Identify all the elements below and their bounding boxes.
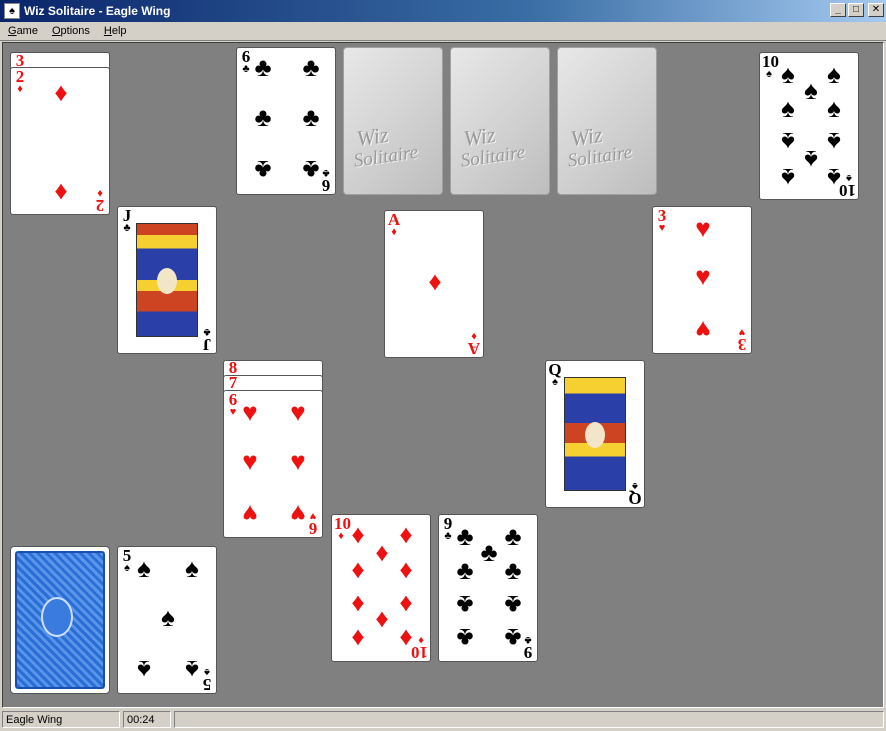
club-icon: ♣ xyxy=(302,53,320,82)
spade-icon: ♠ xyxy=(827,127,841,156)
heart-icon: ♥ xyxy=(242,398,258,427)
diamond-icon: ♦ xyxy=(375,538,389,567)
diamond-icon: ♦ xyxy=(428,267,442,296)
spade-icon: ♠ xyxy=(137,554,151,583)
card-back-medallion xyxy=(41,597,73,637)
card-queen-spades[interactable]: Q ♠ Q ♠ xyxy=(545,360,645,508)
status-bar: Eagle Wing 00:24 xyxy=(0,709,886,731)
card-10-spades[interactable]: 10 ♠ ♠ ♠ ♠ ♠ ♠ ♠ ♠ ♠ ♠ ♠ 10 ♠ xyxy=(759,52,859,200)
menu-game[interactable]: Game xyxy=(0,25,44,37)
card-3-hearts[interactable]: 3 ♥ ♥ ♥ ♥ 3 ♥ xyxy=(652,206,752,354)
maximize-button[interactable]: □ xyxy=(848,3,864,17)
menu-help[interactable]: Help xyxy=(96,25,133,37)
diamond-icon: ♦ xyxy=(351,520,365,549)
status-message xyxy=(174,711,884,728)
card-ace-diamonds[interactable]: A ♦ ♦ A ♦ xyxy=(384,210,484,358)
menu-bar: Game Options Help xyxy=(0,22,886,41)
status-game-name: Eagle Wing xyxy=(2,711,120,728)
spade-icon: ♠ xyxy=(781,163,795,192)
diamond-icon: ♦ xyxy=(399,520,413,549)
spade-icon: ♠ xyxy=(827,60,841,89)
foundation-slot-1[interactable]: Wiz Solitaire xyxy=(343,47,443,195)
club-icon: ♣ xyxy=(504,556,522,585)
diamond-icon: ♦ xyxy=(54,178,68,207)
club-icon: ♣ xyxy=(456,590,474,619)
minimize-button[interactable]: _ xyxy=(830,3,846,17)
foundation-slot-2[interactable]: Wiz Solitaire xyxy=(450,47,550,195)
stock-pile[interactable] xyxy=(10,546,110,694)
card-10-diamonds[interactable]: 10 ♦ ♦ ♦ ♦ ♦ ♦ ♦ ♦ ♦ ♦ ♦ 10 ♦ xyxy=(331,514,431,662)
diamond-icon: ♦ xyxy=(54,78,68,107)
card-2-diamonds[interactable]: 2 ♦ ♦ ♦ 2 ♦ xyxy=(10,67,110,215)
card-5-spades[interactable]: 5 ♠ ♠ ♠ ♠ ♠ ♠ 5 ♠ xyxy=(117,546,217,694)
spade-icon: ♠ xyxy=(161,603,175,632)
club-icon: ♣ xyxy=(254,53,272,82)
club-icon: ♣ xyxy=(302,103,320,132)
title-bar: ♠ Wiz Solitaire - Eagle Wing _ □ ✕ xyxy=(0,0,886,22)
card-6-clubs[interactable]: 6 ♣ ♣ ♣ ♣ ♣ ♣ ♣ 6 ♣ xyxy=(236,47,336,195)
heart-icon: ♥ xyxy=(242,499,258,528)
spade-icon: ♠ xyxy=(137,655,151,684)
card-9-clubs[interactable]: 9 ♣ ♣ ♣ ♣ ♣ ♣ ♣ ♣ ♣ ♣ 9 ♣ xyxy=(438,514,538,662)
diamond-icon: ♦ xyxy=(375,604,389,633)
diamond-icon: ♦ xyxy=(399,588,413,617)
foundation-watermark: Wiz Solitaire xyxy=(459,120,526,172)
heart-icon: ♥ xyxy=(695,315,711,344)
diamond-icon: ♦ xyxy=(351,588,365,617)
heart-icon: ♥ xyxy=(695,214,711,243)
club-icon: ♣ xyxy=(254,155,272,184)
spade-icon: ♠ xyxy=(827,94,841,123)
app-icon[interactable]: ♠ xyxy=(4,3,20,19)
diamond-icon: ♦ xyxy=(351,622,365,651)
club-icon: ♣ xyxy=(504,522,522,551)
diamond-icon: ♦ xyxy=(351,555,365,584)
game-table: 3 2 ♦ ♦ ♦ 2 ♦ 6 ♣ ♣ ♣ ♣ ♣ ♣ ♣ 6 ♣ Wiz Solitai… xyxy=(2,42,884,708)
foundation-watermark: Wiz Solitaire xyxy=(566,120,633,172)
window-controls: _ □ ✕ xyxy=(830,3,884,17)
club-icon: ♣ xyxy=(480,538,498,567)
heart-icon: ♥ xyxy=(695,262,711,291)
heart-icon: ♥ xyxy=(290,398,306,427)
spade-icon: ♠ xyxy=(781,94,795,123)
menu-options[interactable]: Options xyxy=(44,25,96,37)
diamond-icon: ♦ xyxy=(399,555,413,584)
card-jack-clubs[interactable]: J ♣ J ♣ xyxy=(117,206,217,354)
club-icon: ♣ xyxy=(456,556,474,585)
status-timer: 00:24 xyxy=(123,711,171,728)
window-title: Wiz Solitaire - Eagle Wing xyxy=(24,4,171,18)
club-icon: ♣ xyxy=(456,522,474,551)
spade-icon: ♠ xyxy=(185,554,199,583)
heart-icon: ♥ xyxy=(290,447,306,476)
queen-face-art xyxy=(564,377,626,491)
jack-face-art xyxy=(136,223,198,337)
card-6-hearts[interactable]: 6 ♥ ♥ ♥ ♥ ♥ ♥ ♥ 6 ♥ xyxy=(223,390,323,538)
club-icon: ♣ xyxy=(254,103,272,132)
foundation-watermark: Wiz Solitaire xyxy=(352,120,419,172)
club-icon: ♣ xyxy=(504,590,522,619)
club-icon: ♣ xyxy=(456,623,474,652)
foundation-slot-3[interactable]: Wiz Solitaire xyxy=(557,47,657,195)
heart-icon: ♥ xyxy=(242,447,258,476)
close-button[interactable]: ✕ xyxy=(868,3,884,17)
